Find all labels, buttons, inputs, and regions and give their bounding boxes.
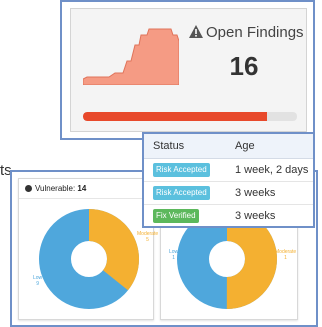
open-findings-frame: Open Findings 16 <box>60 0 315 140</box>
vulnerable-panel-header: Vulnerable: 14 <box>19 179 153 199</box>
low-slice-value-2: 1 <box>172 255 175 261</box>
moderate-slice-value: 5 <box>146 237 149 243</box>
low-slice-label: Low 9 <box>33 275 42 287</box>
age-cell: 3 weeks <box>226 181 313 205</box>
table-row[interactable]: Risk Accepted 1 week, 2 days <box>144 158 313 182</box>
vulnerable-label: Vulnerable: <box>35 184 76 193</box>
vulnerable-count: 14 <box>77 184 87 193</box>
findings-sparkline <box>83 28 179 85</box>
table-row[interactable]: Risk Accepted 3 weeks <box>144 181 313 205</box>
status-badge[interactable]: Risk Accepted <box>153 162 210 177</box>
findings-progress-bar <box>83 112 297 121</box>
table-header-row: Status Age <box>144 134 313 159</box>
status-cell: Risk Accepted <box>144 158 226 182</box>
status-badge[interactable]: Fix Verified <box>153 208 199 223</box>
open-findings-label: Open Findings <box>206 24 304 41</box>
status-cell: Fix Verified <box>144 204 226 227</box>
status-table: Status Age Risk Accepted 1 week, 2 days … <box>144 134 313 227</box>
bug-icon <box>25 185 32 192</box>
moderate-slice-label: Moderate 5 <box>137 231 158 243</box>
age-column-header[interactable]: Age <box>226 134 313 159</box>
vulnerable-panel: Vulnerable: 14 Moderate 5 Low 9 <box>18 178 158 320</box>
age-cell: 1 week, 2 days <box>226 158 313 182</box>
low-slice-value: 9 <box>36 281 39 287</box>
findings-progress-fill <box>83 112 268 121</box>
status-cell: Risk Accepted <box>144 181 226 205</box>
status-badge[interactable]: Risk Accepted <box>153 185 210 200</box>
sparkline-area <box>83 28 179 85</box>
vulnerable-donut-chart <box>39 209 139 309</box>
open-findings-card[interactable]: Open Findings 16 <box>70 8 307 132</box>
status-column-header[interactable]: Status <box>144 134 226 159</box>
open-findings-title: Open Findings <box>189 24 304 41</box>
moderate-slice-label-2: Moderate 1 <box>275 249 296 261</box>
table-row[interactable]: Fix Verified 3 weeks <box>144 204 313 227</box>
open-findings-count: 16 <box>229 51 259 81</box>
warning-icon <box>189 25 203 38</box>
status-table-frame: Status Age Risk Accepted 1 week, 2 days … <box>142 132 315 228</box>
low-slice-label-2: Low 1 <box>169 249 178 261</box>
age-cell: 3 weeks <box>235 209 276 222</box>
moderate-slice-value-2: 1 <box>284 255 287 261</box>
